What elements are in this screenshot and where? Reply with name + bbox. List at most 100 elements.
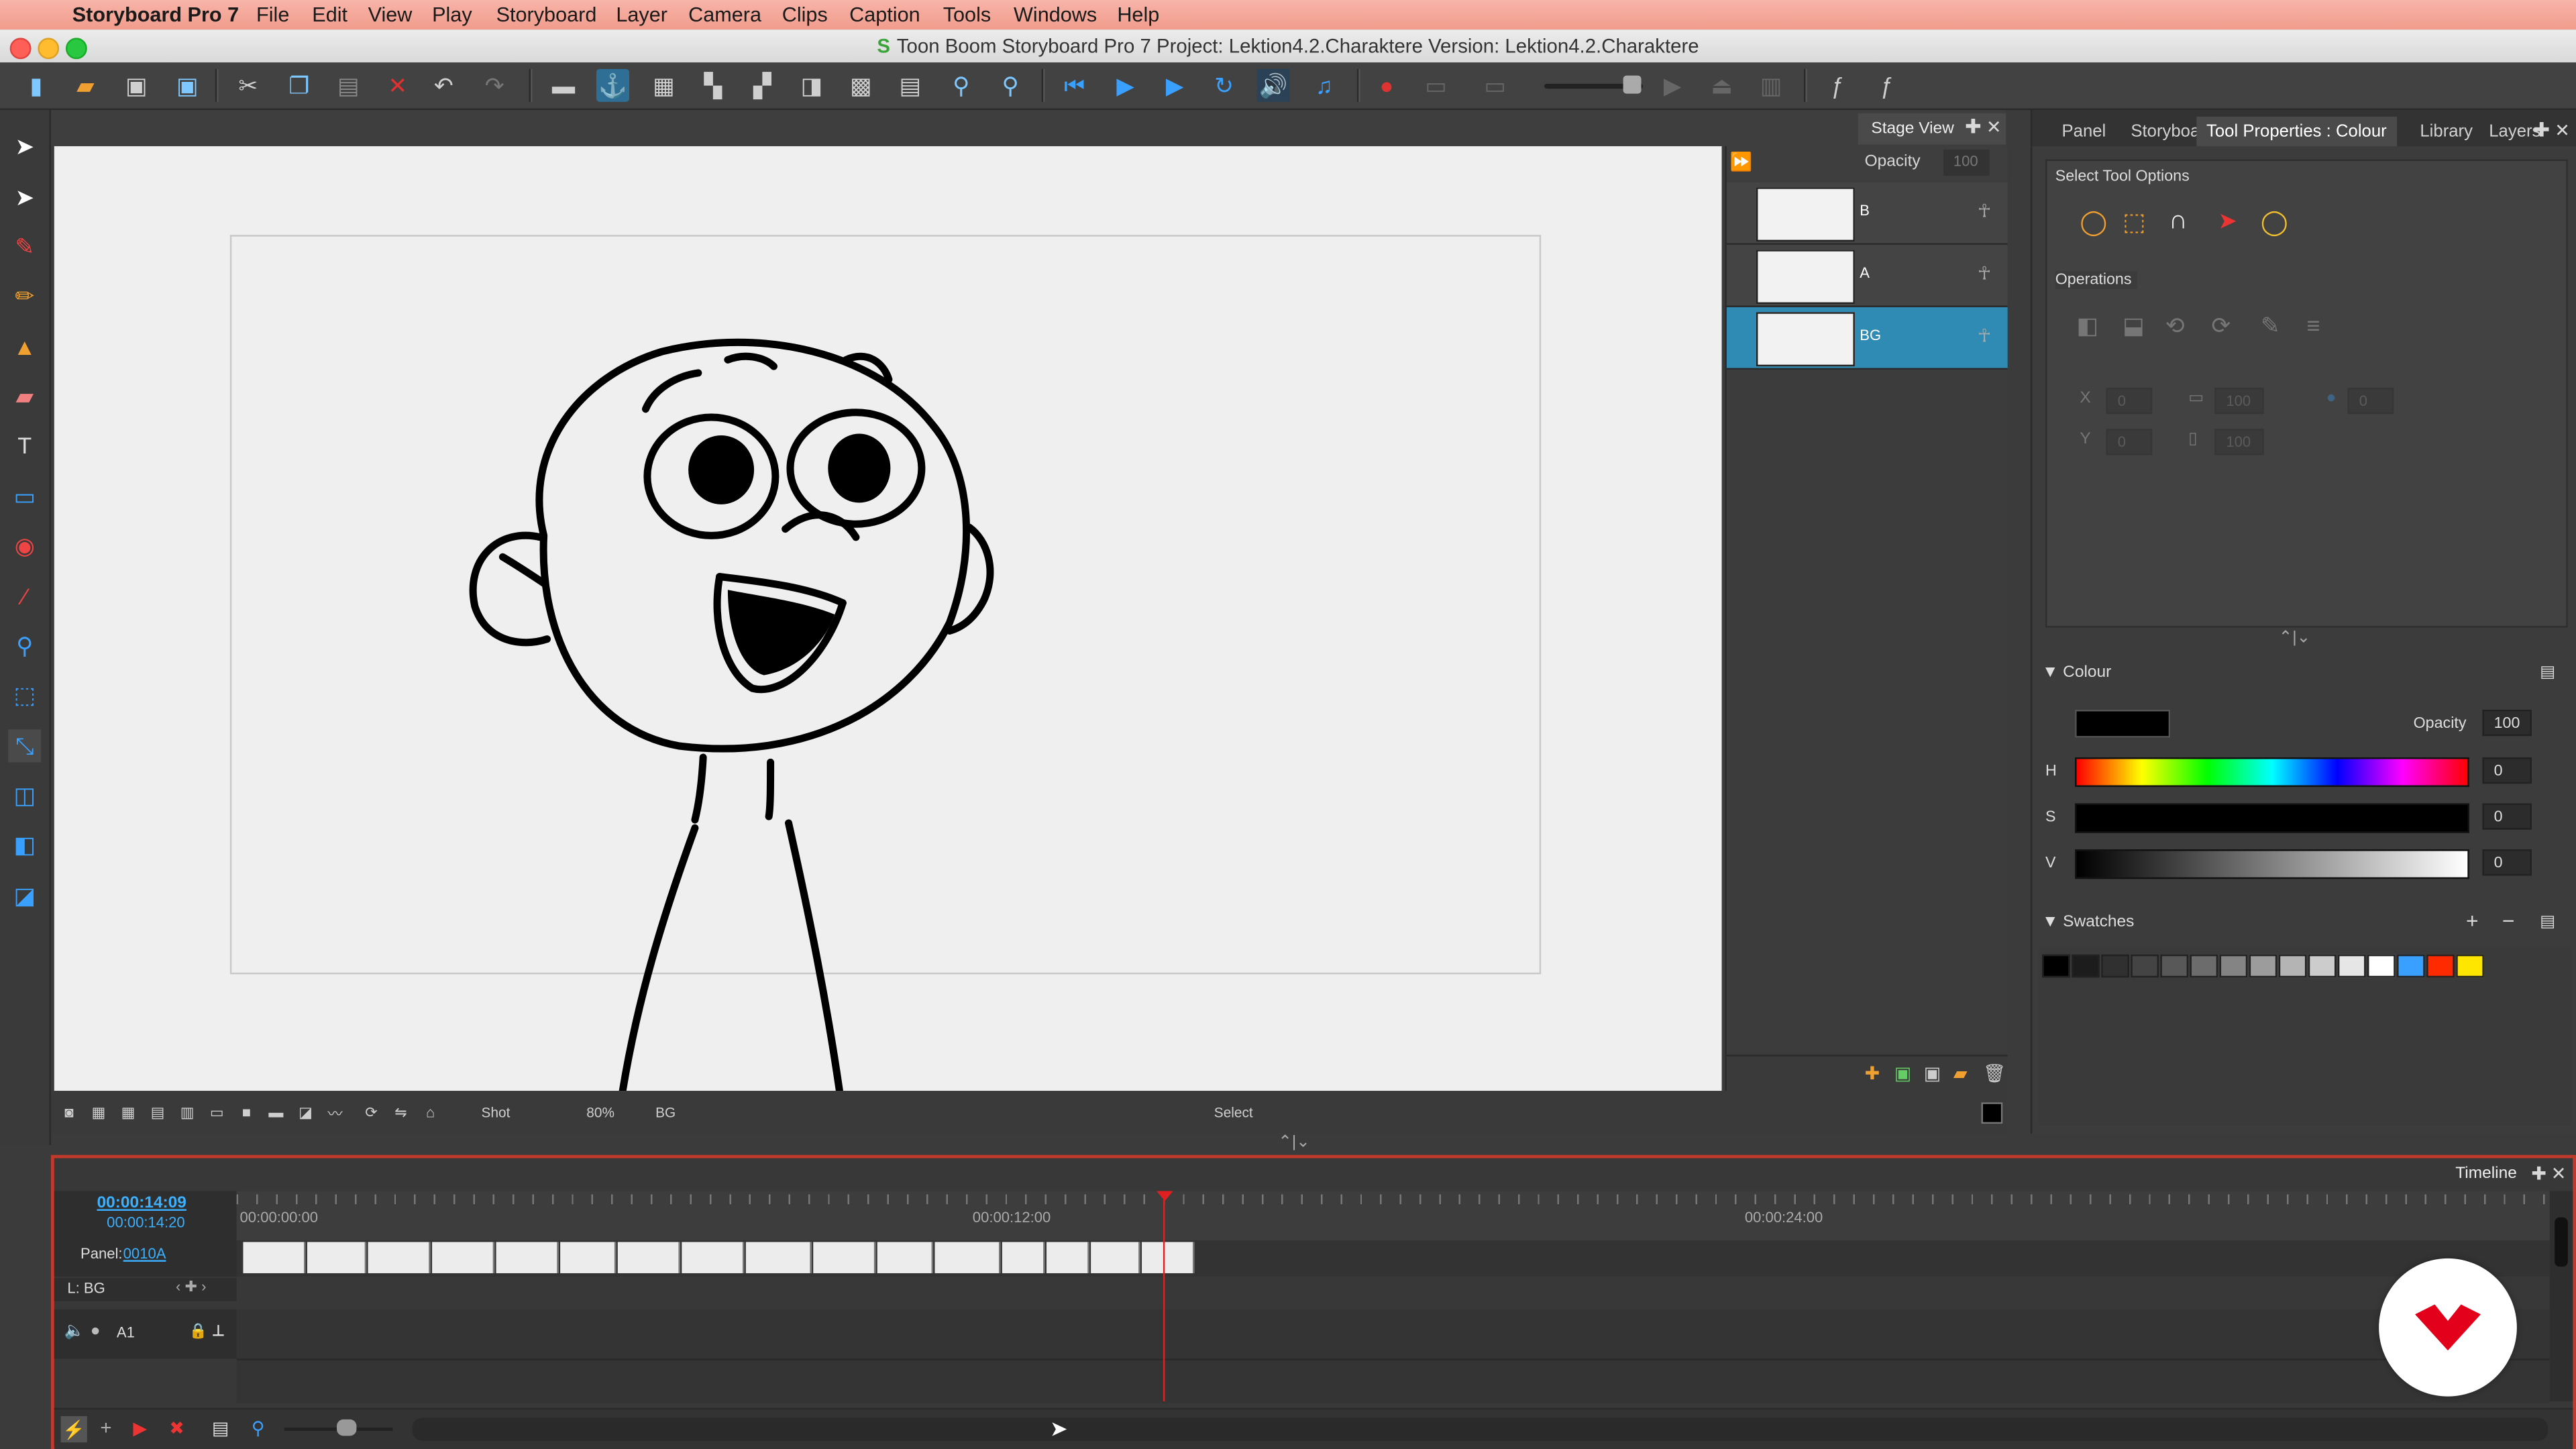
hue-slider[interactable] bbox=[2075, 757, 2469, 788]
snap-toggle-icon[interactable]: ⚡ bbox=[60, 1416, 87, 1443]
x-position-field[interactable]: 0 bbox=[2106, 387, 2153, 415]
zoom-tool-icon[interactable]: ⚲ bbox=[8, 629, 41, 662]
camera-dropdown-icon[interactable]: ▭ bbox=[1479, 69, 1511, 102]
camera-icon[interactable]: ▭ bbox=[1419, 69, 1452, 102]
light-table-icon[interactable]: ▬ bbox=[547, 69, 580, 102]
swatches-section-header[interactable]: ▼ Swatches bbox=[2042, 914, 2134, 932]
copy-icon[interactable]: ❐ bbox=[282, 69, 315, 102]
shape-tool-icon[interactable]: ▭ bbox=[8, 480, 41, 513]
menu-view[interactable]: View bbox=[368, 3, 413, 26]
stamp-tool-icon[interactable]: ▲ bbox=[8, 330, 41, 363]
layer-visibility-icon[interactable]: ☥ bbox=[1978, 263, 1991, 284]
panel-value[interactable]: 0010A bbox=[123, 1245, 166, 1261]
redo-icon[interactable]: ↷ bbox=[478, 69, 511, 102]
zoom-in-icon[interactable]: ⚲ bbox=[994, 69, 1027, 102]
panel-thumbnail[interactable] bbox=[934, 1242, 1001, 1273]
add-group-icon[interactable]: ▰ bbox=[1953, 1063, 1968, 1084]
zoom-level[interactable]: 80% bbox=[586, 1104, 614, 1120]
zoom-slider-handle[interactable] bbox=[337, 1419, 357, 1436]
add-view-icon[interactable]: ✚ bbox=[1965, 115, 1982, 138]
remove-swatch-icon[interactable]: − bbox=[2502, 908, 2515, 933]
lasso-colour-icon[interactable]: ◯ bbox=[2261, 207, 2294, 240]
function-editor-icon[interactable]: ƒ bbox=[1870, 69, 1902, 102]
colour-swatch[interactable] bbox=[2101, 954, 2129, 978]
colour-swatch[interactable] bbox=[2042, 954, 2070, 978]
smooth-icon[interactable]: ✎ bbox=[2261, 312, 2280, 340]
panel-thumbnail[interactable] bbox=[617, 1242, 680, 1273]
value-field[interactable]: 0 bbox=[2482, 849, 2532, 876]
stop-icon[interactable]: ⏏ bbox=[1705, 69, 1738, 102]
lock-icon[interactable]: 🔒 bbox=[189, 1322, 207, 1340]
new-project-icon[interactable]: ▮ bbox=[19, 69, 52, 102]
speaker-icon[interactable]: 🔈 bbox=[64, 1322, 85, 1340]
pencil-overlay-icon[interactable]: 〰 bbox=[327, 1104, 343, 1121]
colour-swatch[interactable] bbox=[2190, 954, 2218, 978]
close-tab-icon[interactable]: ✕ bbox=[2555, 120, 2570, 141]
layer-row-bg[interactable]: BG ☥ bbox=[1726, 307, 2008, 370]
eraser-tool-icon[interactable]: ▰ bbox=[8, 380, 41, 413]
layer-visibility-icon[interactable]: ☥ bbox=[1978, 201, 1991, 221]
hue-field[interactable]: 0 bbox=[2482, 757, 2532, 784]
panel-thumbnail[interactable] bbox=[496, 1242, 559, 1273]
time-ruler[interactable]: 00:00:00:00 00:00:12:00 00:00:24:00 bbox=[236, 1191, 2550, 1240]
tab-panel[interactable]: Panel bbox=[2052, 117, 2116, 146]
vertical-scrollbar[interactable] bbox=[2549, 1191, 2573, 1401]
select-by-colour-icon[interactable]: ➤ bbox=[2218, 207, 2251, 240]
flatten-icon[interactable]: ≡ bbox=[2306, 312, 2320, 338]
panel-thumbnail[interactable] bbox=[1002, 1242, 1045, 1273]
sound-icon[interactable]: 🔊 bbox=[1256, 68, 1290, 102]
colour-swatch[interactable] bbox=[2219, 954, 2248, 978]
layer-row-b[interactable]: B ☥ bbox=[1726, 182, 2008, 245]
rotate-icon[interactable]: ⟳ bbox=[363, 1104, 379, 1120]
saturation-slider[interactable] bbox=[2075, 803, 2469, 833]
thumbnails-icon[interactable]: ▚ bbox=[696, 69, 729, 102]
overview-icon[interactable]: ▩ bbox=[845, 69, 877, 102]
menu-windows[interactable]: Windows bbox=[1014, 3, 1097, 26]
colour-swatch[interactable] bbox=[2308, 954, 2337, 978]
bg-colour-icon[interactable]: ▥ bbox=[179, 1104, 195, 1120]
shot-selector[interactable]: Shot bbox=[482, 1104, 511, 1120]
camera-tool-icon[interactable]: ◫ bbox=[8, 779, 41, 812]
current-colour-swatch[interactable] bbox=[2075, 709, 2171, 738]
splitter-handle-icon[interactable]: ⌃|⌄ bbox=[1278, 1134, 1309, 1152]
frame-icon[interactable]: ▥ bbox=[1755, 69, 1788, 102]
brush-tool-icon[interactable]: ✎ bbox=[8, 230, 41, 263]
colour-opacity-field[interactable]: 100 bbox=[2482, 709, 2532, 737]
height-field[interactable]: 100 bbox=[2214, 429, 2264, 455]
stage-canvas[interactable] bbox=[54, 146, 1722, 1091]
sound-scrub-icon[interactable]: ♫ bbox=[1307, 69, 1340, 102]
timeline-layout-icon[interactable]: ▤ bbox=[894, 69, 926, 102]
volume-slider-handle[interactable] bbox=[1623, 75, 1642, 94]
colour-swatch[interactable] bbox=[2456, 954, 2484, 978]
value-slider[interactable] bbox=[2075, 849, 2469, 879]
delete-icon[interactable]: ✕ bbox=[381, 69, 414, 102]
panel-thumbnail[interactable] bbox=[1046, 1242, 1089, 1273]
layer-row-a[interactable]: A ☥ bbox=[1726, 244, 2008, 307]
current-time[interactable]: 00:00:14:09 bbox=[97, 1194, 186, 1212]
colour-swatch[interactable] bbox=[2426, 954, 2455, 978]
tab-library[interactable]: Library bbox=[2410, 117, 2483, 146]
rotate-cw-icon[interactable]: ⟳ bbox=[2211, 312, 2231, 340]
panel-thumbnail[interactable] bbox=[1142, 1242, 1195, 1273]
grid-toggle-icon[interactable]: ▦ bbox=[91, 1104, 107, 1120]
collapse-icon[interactable]: ⏩ bbox=[1730, 151, 1753, 172]
saturation-field[interactable]: 0 bbox=[2482, 803, 2532, 830]
width-field[interactable]: 100 bbox=[2214, 387, 2264, 415]
grid-icon[interactable]: ▦ bbox=[647, 69, 680, 102]
tab-tool-properties[interactable]: Tool Properties : Colour bbox=[2196, 116, 2397, 146]
colour-swatch[interactable] bbox=[2072, 954, 2100, 978]
film-icon[interactable]: ▬ bbox=[268, 1104, 284, 1120]
add-keyframe-icon[interactable]: + bbox=[100, 1416, 111, 1439]
paste-icon[interactable]: ▤ bbox=[332, 69, 365, 102]
camera-view-icon[interactable]: ◙ bbox=[61, 1104, 77, 1120]
menu-edit[interactable]: Edit bbox=[312, 3, 347, 26]
track-type-icon[interactable]: ⊥ bbox=[212, 1322, 225, 1340]
play-panel-icon[interactable]: ▶ bbox=[1109, 69, 1142, 102]
panel-thumbnail[interactable] bbox=[368, 1242, 431, 1273]
rotate-ccw-icon[interactable]: ⟲ bbox=[2165, 312, 2185, 340]
function-icon[interactable]: ƒ bbox=[1820, 69, 1853, 102]
panel-thumbnail[interactable] bbox=[1091, 1242, 1140, 1273]
layer-transform-icon[interactable]: ⤡ bbox=[8, 729, 42, 763]
insert-panel-icon[interactable]: ▶ bbox=[133, 1417, 147, 1439]
add-layer-icon[interactable]: ✚ bbox=[1865, 1063, 1880, 1084]
